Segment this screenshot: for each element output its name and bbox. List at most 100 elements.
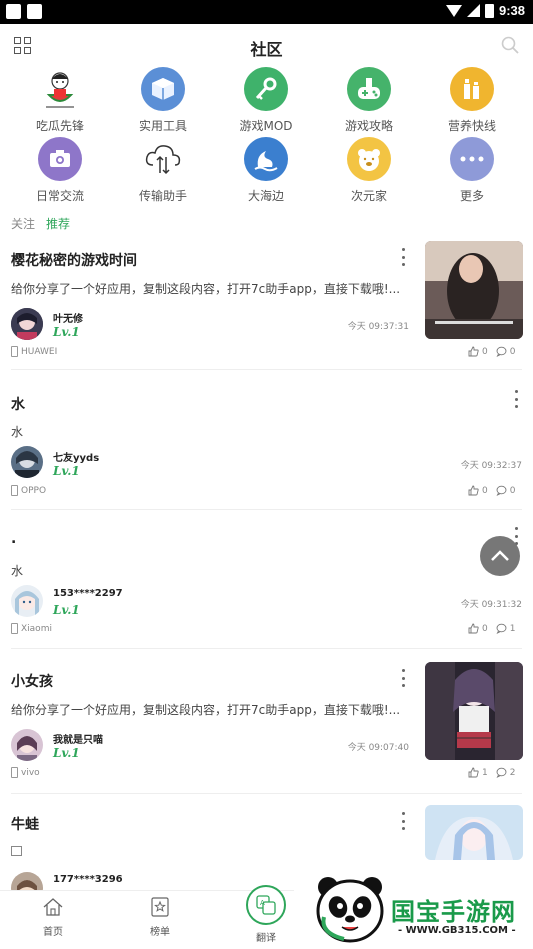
avatar[interactable] [11, 446, 43, 478]
phone-icon [11, 767, 18, 778]
svg-text:A: A [260, 899, 265, 907]
post-card[interactable]: 樱花秘密的游戏时间 给你分享了一个好应用，复制这段内容，打开7c助手app，直接… [0, 240, 533, 370]
post-time: 今天 09:07:40 [347, 743, 409, 753]
watermelon-boy-icon [38, 67, 82, 111]
image-placeholder-icon [11, 846, 22, 856]
comment-button[interactable]: 2 [496, 767, 516, 778]
post-thumbnail[interactable] [425, 241, 523, 339]
category-more[interactable]: 更多 [422, 137, 522, 204]
like-button[interactable]: 0 [468, 623, 488, 634]
user-level: Lv.1 [53, 464, 80, 478]
avatar[interactable] [11, 308, 43, 340]
divider [11, 648, 522, 649]
tab-follow[interactable]: 关注 [11, 215, 35, 232]
watermark-brand: 国宝手游网 [391, 898, 516, 926]
scroll-top-button[interactable] [480, 536, 520, 576]
category-transfer[interactable]: 传输助手 [113, 137, 213, 204]
user-level: Lv.1 [53, 603, 80, 617]
like-button[interactable]: 0 [468, 346, 488, 357]
nav-ranking[interactable]: 榜单 [130, 897, 190, 938]
avatar[interactable] [11, 585, 43, 617]
device-label: Xiaomi [21, 623, 52, 634]
like-count: 0 [482, 623, 488, 634]
page-title: 社区 [250, 40, 283, 59]
nav-label: 榜单 [150, 927, 170, 938]
more-options-icon[interactable] [398, 812, 408, 830]
star-list-icon [151, 897, 169, 917]
search-icon[interactable] [501, 36, 519, 54]
category-nutrition[interactable]: 营养快线 [422, 67, 522, 134]
site-watermark: 国宝手游网 - WWW.GB315.COM - [294, 861, 533, 949]
post-text: 给你分享了一个好应用，复制这段内容，打开7c助手app，直接下载哦!... [11, 282, 401, 296]
like-button[interactable]: 1 [468, 767, 488, 778]
nav-translate[interactable]: 翻译 [236, 927, 296, 944]
post-stats: 0 1 [468, 623, 515, 634]
notification-icon [6, 4, 21, 19]
thumbs-up-icon [468, 485, 479, 496]
post-title: 水 [11, 397, 25, 413]
key-icon [244, 67, 288, 111]
comment-button[interactable]: 0 [496, 346, 515, 357]
translate-icon: A [256, 895, 276, 915]
box-icon [141, 67, 185, 111]
category-label: 实用工具 [138, 119, 187, 133]
translate-button[interactable]: A [246, 885, 286, 925]
post-thumbnail[interactable] [425, 662, 523, 760]
divider [11, 369, 522, 370]
wifi-icon [445, 4, 462, 17]
phone-icon [11, 485, 18, 496]
nav-home[interactable]: 首页 [23, 897, 83, 938]
username[interactable]: 叶无修 [53, 310, 83, 325]
category-label: 吃瓜先锋 [35, 119, 84, 133]
username[interactable]: 我就是只喵 [53, 731, 103, 746]
panda-logo-icon [316, 877, 384, 943]
more-options-icon[interactable] [398, 248, 408, 266]
avatar[interactable] [11, 729, 43, 761]
tab-recommend[interactable]: 推荐 [46, 215, 70, 232]
app-header: 社区 [0, 24, 533, 68]
comment-count: 2 [509, 767, 516, 778]
comment-button[interactable]: 1 [496, 623, 516, 634]
post-device: Xiaomi [11, 623, 52, 634]
post-card[interactable]: . 水 153****2297 Lv.1 今天 09:31:32 Xiaomi … [0, 519, 533, 649]
more-options-icon[interactable] [398, 669, 408, 687]
nav-label: 翻译 [256, 933, 276, 944]
post-device: vivo [11, 767, 40, 778]
category-mod[interactable]: 游戏MOD [216, 67, 316, 134]
nav-label: 首页 [43, 927, 63, 938]
comment-icon [496, 623, 507, 634]
category-tools[interactable]: 实用工具 [113, 67, 213, 134]
comment-button[interactable]: 0 [496, 485, 516, 496]
divider [11, 509, 522, 510]
category-daily[interactable]: 日常交流 [10, 137, 110, 204]
divider [11, 793, 522, 794]
post-stats: 0 0 [468, 485, 515, 496]
bottle-icon [450, 67, 494, 111]
comment-icon [496, 485, 507, 496]
thumbs-up-icon [468, 623, 479, 634]
phone-icon [11, 623, 18, 634]
device-label: OPPO [21, 485, 47, 496]
post-card[interactable]: 水 水 七友yyds Lv.1 今天 09:32:37 OPPO 0 0 [0, 380, 533, 510]
category-guide[interactable]: 游戏攻略 [319, 67, 419, 134]
category-anime[interactable]: 次元家 [319, 137, 419, 204]
post-card[interactable]: 小女孩 给你分享了一个好应用，复制这段内容，打开7c助手app，直接下载哦!..… [0, 661, 533, 791]
comment-count: 1 [509, 623, 516, 634]
comment-count: 0 [509, 485, 516, 496]
username[interactable]: 153****2297 [53, 588, 123, 599]
category-label: 营养快线 [447, 119, 496, 133]
category-seaside[interactable]: 大海边 [216, 137, 316, 204]
thumbs-up-icon [468, 346, 479, 357]
username[interactable]: 177****3296 [53, 874, 123, 885]
chevron-up-icon [491, 550, 509, 561]
post-title: 小女孩 [11, 674, 53, 690]
like-count: 1 [482, 767, 488, 778]
post-thumbnail[interactable] [425, 805, 523, 860]
category-melon[interactable]: 吃瓜先锋 [10, 67, 110, 134]
username[interactable]: 七友yyds [53, 449, 99, 464]
camera-icon [38, 137, 82, 181]
category-label: 游戏攻略 [344, 119, 393, 133]
like-button[interactable]: 0 [468, 485, 488, 496]
signal-icon [466, 4, 480, 17]
more-options-icon[interactable] [511, 390, 521, 408]
